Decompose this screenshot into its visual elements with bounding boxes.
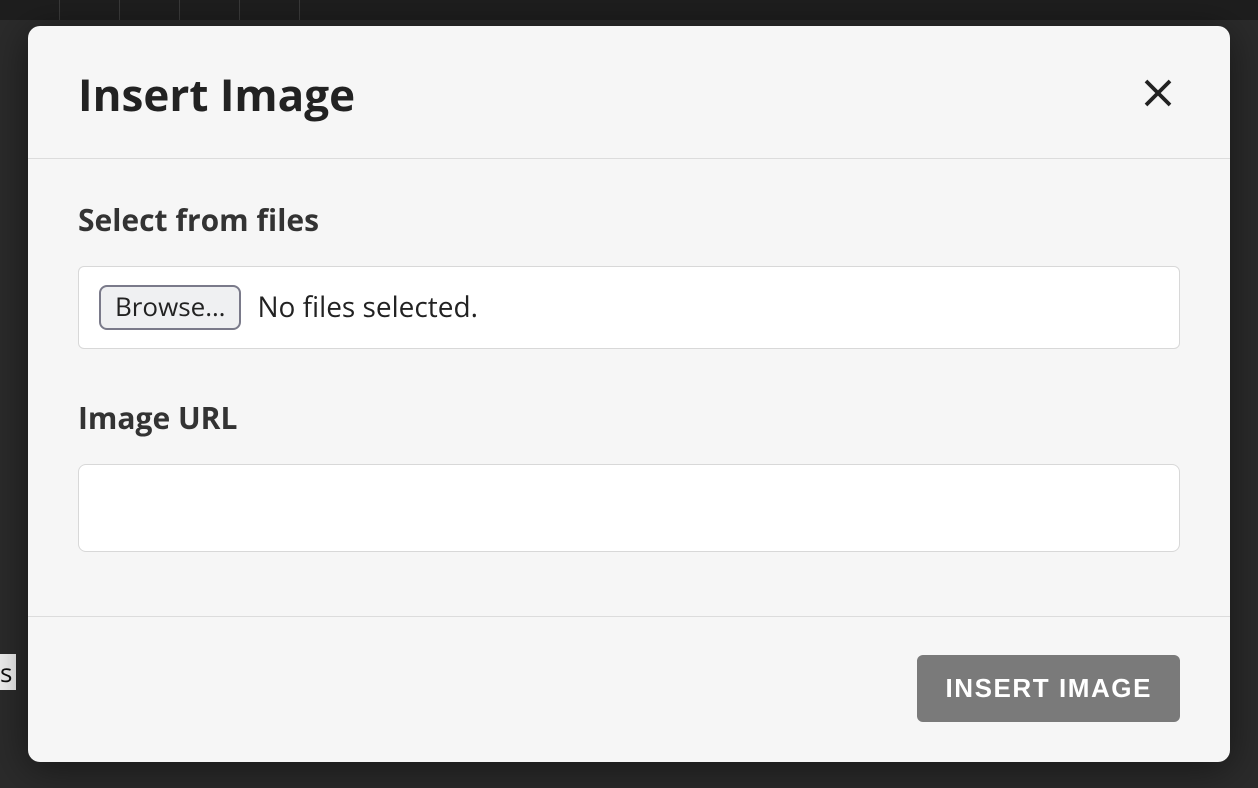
file-selection-status: No files selected. bbox=[257, 288, 478, 326]
insert-image-button[interactable]: INSERT IMAGE bbox=[917, 655, 1180, 722]
insert-image-dialog: Insert Image Select from files Browse… N… bbox=[28, 26, 1230, 762]
image-url-input[interactable] bbox=[78, 464, 1180, 552]
background-text-fragment: s bbox=[0, 654, 16, 690]
close-icon bbox=[1140, 75, 1176, 111]
image-url-label: Image URL bbox=[78, 397, 1180, 438]
close-button[interactable] bbox=[1136, 71, 1180, 118]
background-toolbar bbox=[0, 0, 1258, 20]
dialog-footer: INSERT IMAGE bbox=[28, 616, 1230, 762]
select-from-files-label: Select from files bbox=[78, 199, 1180, 240]
file-input-row[interactable]: Browse… No files selected. bbox=[78, 266, 1180, 349]
browse-button[interactable]: Browse… bbox=[99, 285, 241, 330]
dialog-body: Select from files Browse… No files selec… bbox=[28, 159, 1230, 616]
dialog-header: Insert Image bbox=[28, 26, 1230, 159]
dialog-title: Insert Image bbox=[78, 64, 355, 124]
